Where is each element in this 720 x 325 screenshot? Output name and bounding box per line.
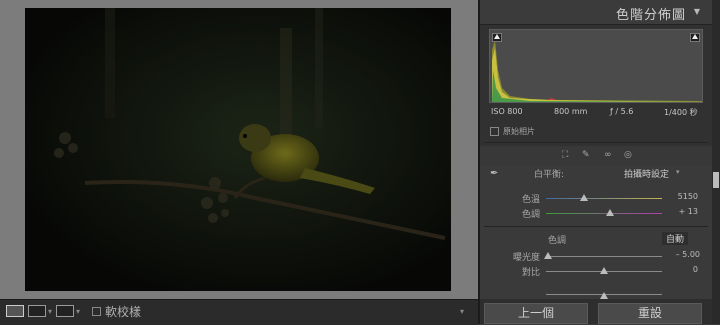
toolbar-menu-icon[interactable]: ▾ <box>460 307 464 321</box>
soft-proofing-label: 軟校樣 <box>105 304 142 319</box>
develop-panel: 色階分佈圖 ▼ ISO 800 800 mm ƒ / 5.6 1/400 秒 原… <box>478 0 720 324</box>
basic-panel: ✒ 白平衡: 拍攝時設定 ▾ 色溫 5150 色調 + 13 色調 自動 曝光度… <box>480 166 712 299</box>
temp-label: 色溫 <box>521 195 540 205</box>
panel-footer: 上一個 重設 <box>480 299 712 324</box>
contrast-value[interactable]: 0 <box>668 265 698 274</box>
exposure-label: 曝光度 <box>512 253 540 263</box>
previous-button[interactable]: 上一個 <box>484 303 588 324</box>
soft-proofing-checkbox[interactable] <box>92 306 101 316</box>
photo-preview[interactable] <box>25 8 451 291</box>
red-eye-icon[interactable]: ∞ <box>604 150 612 160</box>
temp-slider-track[interactable] <box>546 198 662 199</box>
tint-value[interactable]: + 13 <box>668 207 698 216</box>
auto-tone-button[interactable]: 自動 <box>662 232 689 245</box>
divider <box>484 226 708 227</box>
contrast-slider-thumb[interactable] <box>600 267 608 274</box>
original-photo-label: 原始相片 <box>503 127 535 136</box>
exposure-slider-track[interactable] <box>546 256 662 257</box>
white-balance-label: 白平衡: <box>533 170 564 180</box>
exposure-slider-thumb[interactable] <box>544 252 552 259</box>
original-photo-checkbox[interactable] <box>490 127 499 136</box>
collapse-arrow-icon[interactable]: ▼ <box>694 7 700 16</box>
exposure-value[interactable]: – 5.00 <box>670 250 700 259</box>
tint-slider-thumb[interactable] <box>606 209 614 216</box>
histogram-graph <box>492 40 702 102</box>
tint-label: 色調 <box>521 210 540 220</box>
aperture-value: ƒ / 5.6 <box>610 107 634 116</box>
panel-scrollbar[interactable] <box>712 0 720 324</box>
graduated-filter-icon[interactable]: ◎ <box>624 150 632 160</box>
histogram-header[interactable]: 色階分佈圖 ▼ <box>480 0 712 25</box>
original-photo-toggle[interactable]: 原始相片 <box>490 126 535 137</box>
white-balance-select[interactable]: 拍攝時設定 <box>624 167 669 180</box>
before-after-view-button[interactable] <box>56 305 74 317</box>
temp-value[interactable]: 5150 <box>668 192 698 201</box>
shadow-clipping-indicator[interactable] <box>492 33 502 42</box>
view-toolbar: ▾ ▾ 軟校樣 ▾ <box>0 299 478 325</box>
chevron-down-icon[interactable]: ▾ <box>48 307 52 321</box>
highlight-clipping-indicator[interactable] <box>690 33 700 42</box>
next-slider-thumb[interactable] <box>600 292 608 299</box>
tint-slider-track[interactable] <box>546 213 662 214</box>
eyedropper-icon[interactable]: ✒ <box>490 168 498 179</box>
temp-slider-thumb[interactable] <box>580 194 588 201</box>
chevron-down-icon[interactable]: ▾ <box>76 307 80 321</box>
bird-photo <box>25 8 451 291</box>
contrast-label: 對比 <box>521 268 540 278</box>
loupe-view-button[interactable] <box>6 305 24 317</box>
spot-removal-icon[interactable]: ✎ <box>582 150 590 160</box>
tone-label: 色調 <box>547 236 566 246</box>
histogram[interactable] <box>489 29 703 103</box>
reset-button[interactable]: 重設 <box>598 303 702 324</box>
shutter-value: 1/400 秒 <box>664 108 698 117</box>
focal-length-value: 800 mm <box>554 107 588 116</box>
scrollbar-thumb[interactable] <box>713 172 719 188</box>
iso-value: ISO 800 <box>491 107 523 116</box>
tool-strip: ⛶ ✎ ∞ ◎ <box>480 146 712 166</box>
chevron-down-icon[interactable]: ▾ <box>676 168 680 176</box>
divider <box>484 142 708 143</box>
soft-proofing-toggle[interactable]: 軟校樣 <box>92 304 142 319</box>
crop-tool-icon[interactable]: ⛶ <box>562 150 568 160</box>
compare-view-button[interactable] <box>28 305 46 317</box>
image-area: ▾ ▾ 軟校樣 ▾ <box>0 0 478 325</box>
panel-title: 色階分佈圖 <box>615 8 686 23</box>
